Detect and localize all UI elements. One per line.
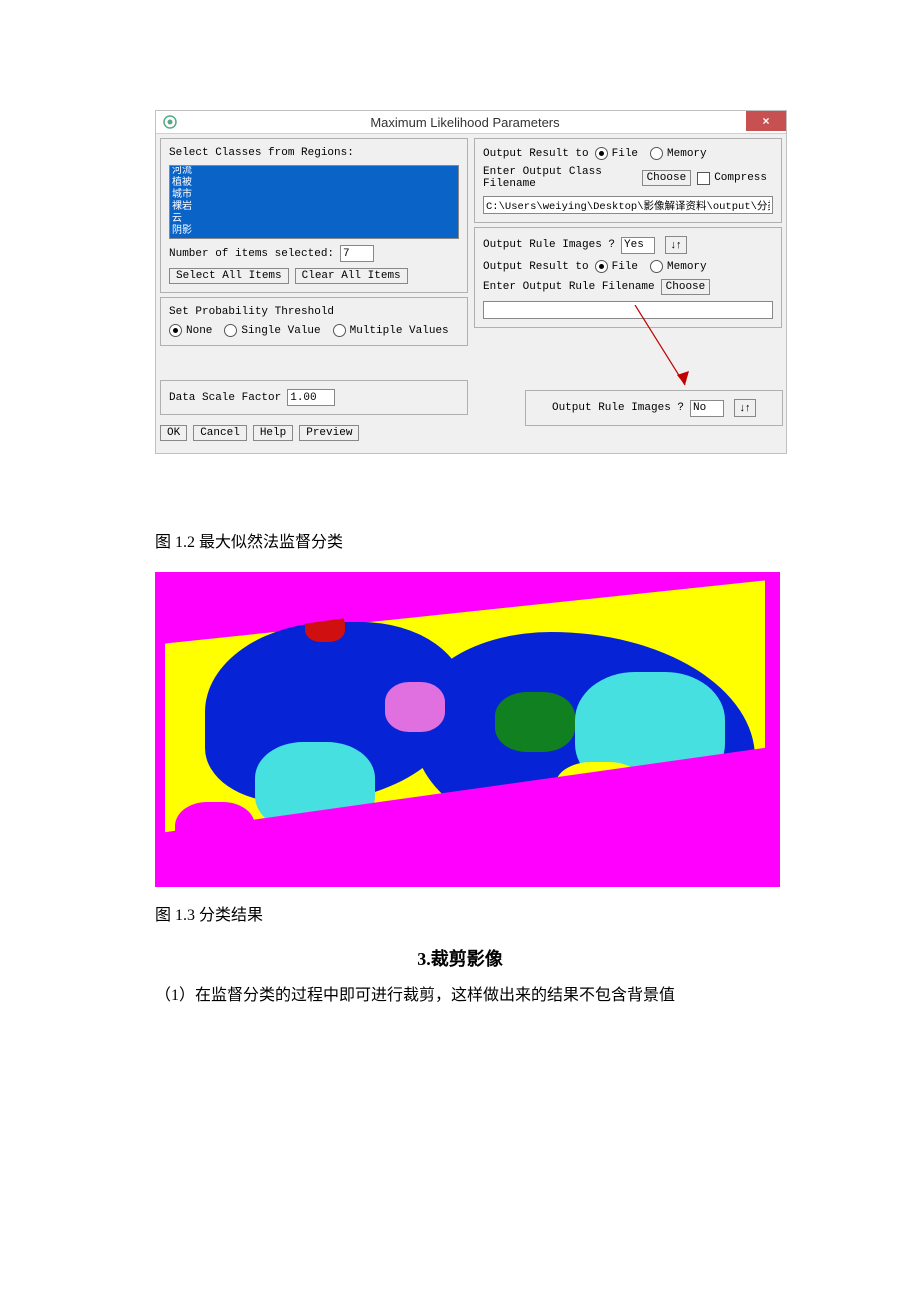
- dialog-title: Maximum Likelihood Parameters: [184, 115, 746, 130]
- list-item[interactable]: 阴影: [170, 226, 458, 238]
- preview-button[interactable]: Preview: [299, 425, 359, 441]
- figure-1-2-caption: 图 1.2 最大似然法监督分类: [155, 528, 765, 552]
- threshold-panel: Set Probability Threshold None Single Va…: [160, 297, 468, 346]
- compress-checkbox[interactable]: Compress: [697, 172, 767, 185]
- radio-label: Memory: [667, 148, 707, 160]
- paragraph-1: （1）在监督分类的过程中即可进行裁剪，这样做出来的结果不包含背景值: [155, 981, 765, 1005]
- arrows-icon: ↓↑: [671, 239, 682, 251]
- rule-output-memory-radio[interactable]: Memory: [650, 260, 707, 273]
- output-rule-images-label: Output Rule Images ?: [483, 239, 615, 251]
- data-scale-field[interactable]: [287, 389, 335, 406]
- radio-icon: [595, 147, 608, 160]
- enter-rule-filename-label: Enter Output Rule Filename: [483, 281, 655, 293]
- radio-icon: [650, 147, 663, 160]
- choose-class-file-button[interactable]: Choose: [642, 170, 692, 186]
- rule-filename-input[interactable]: [483, 301, 773, 319]
- threshold-single-radio[interactable]: Single Value: [224, 324, 320, 337]
- close-button[interactable]: ×: [746, 111, 786, 131]
- list-item[interactable]: 城市: [170, 190, 458, 202]
- radio-label: Memory: [667, 261, 707, 273]
- list-item[interactable]: 云: [170, 214, 458, 226]
- list-item[interactable]: 裸岩: [170, 202, 458, 214]
- figure-1-3-caption: 图 1.3 分类结果: [155, 901, 765, 925]
- data-scale-label: Data Scale Factor: [169, 392, 281, 404]
- radio-label: Single Value: [241, 325, 320, 337]
- arrows-icon: ↓↑: [740, 402, 751, 414]
- class-filename-input[interactable]: [483, 196, 773, 214]
- output-class-panel: Output Result to File Memory Enter: [474, 138, 782, 223]
- radio-label: Multiple Values: [350, 325, 449, 337]
- threshold-multiple-radio[interactable]: Multiple Values: [333, 324, 449, 337]
- output-rule-images-label-variant: Output Rule Images ?: [552, 402, 684, 414]
- radio-icon: [224, 324, 237, 337]
- clear-all-button[interactable]: Clear All Items: [295, 268, 408, 284]
- radio-icon: [169, 324, 182, 337]
- num-selected-field[interactable]: [340, 245, 374, 262]
- section-3-heading: 3.裁剪影像: [155, 945, 765, 971]
- choose-rule-file-button[interactable]: Choose: [661, 279, 711, 295]
- classes-panel: Select Classes from Regions: 河流 植被 城市 裸岩…: [160, 138, 468, 293]
- list-item[interactable]: 河流: [170, 166, 458, 178]
- output-file-radio[interactable]: File: [595, 147, 638, 160]
- cancel-button[interactable]: Cancel: [193, 425, 247, 441]
- num-selected-label: Number of items selected:: [169, 248, 334, 260]
- radio-label: File: [612, 261, 638, 273]
- rule-images-toggle-value[interactable]: [621, 237, 655, 254]
- list-item[interactable]: 植被: [170, 178, 458, 190]
- checkbox-label: Compress: [714, 172, 767, 184]
- rule-images-toggle-button[interactable]: ↓↑: [665, 236, 687, 254]
- radio-label: None: [186, 325, 212, 337]
- classification-result-image: [155, 572, 780, 887]
- checkbox-icon: [697, 172, 710, 185]
- classes-listbox[interactable]: 河流 植被 城市 裸岩 云 阴影: [169, 165, 459, 239]
- output-rule-result-to-label: Output Result to: [483, 261, 589, 273]
- output-rule-panel: Output Rule Images ? ↓↑ Output Result to…: [474, 227, 782, 328]
- dialog-figure: Maximum Likelihood Parameters × Select C…: [155, 110, 765, 514]
- scale-panel: Data Scale Factor: [160, 380, 468, 415]
- rule-images-toggle-value-no[interactable]: [690, 400, 724, 417]
- radio-icon: [650, 260, 663, 273]
- help-button[interactable]: Help: [253, 425, 293, 441]
- ok-button[interactable]: OK: [160, 425, 187, 441]
- rule-output-file-radio[interactable]: File: [595, 260, 638, 273]
- output-rule-panel-no-variant: Output Rule Images ? ↓↑: [525, 390, 783, 426]
- enter-class-filename-label: Enter Output Class Filename: [483, 166, 636, 190]
- select-classes-label: Select Classes from Regions:: [169, 147, 459, 159]
- threshold-label: Set Probability Threshold: [169, 306, 459, 318]
- select-all-button[interactable]: Select All Items: [169, 268, 289, 284]
- close-icon: ×: [762, 114, 769, 128]
- titlebar: Maximum Likelihood Parameters ×: [156, 111, 786, 134]
- output-result-to-label: Output Result to: [483, 148, 589, 160]
- dialog-button-row: OK Cancel Help Preview: [160, 419, 468, 449]
- radio-icon: [333, 324, 346, 337]
- rule-images-toggle-button-variant[interactable]: ↓↑: [734, 399, 756, 417]
- app-icon: [162, 114, 178, 130]
- radio-icon: [595, 260, 608, 273]
- threshold-none-radio[interactable]: None: [169, 324, 212, 337]
- output-memory-radio[interactable]: Memory: [650, 147, 707, 160]
- radio-label: File: [612, 148, 638, 160]
